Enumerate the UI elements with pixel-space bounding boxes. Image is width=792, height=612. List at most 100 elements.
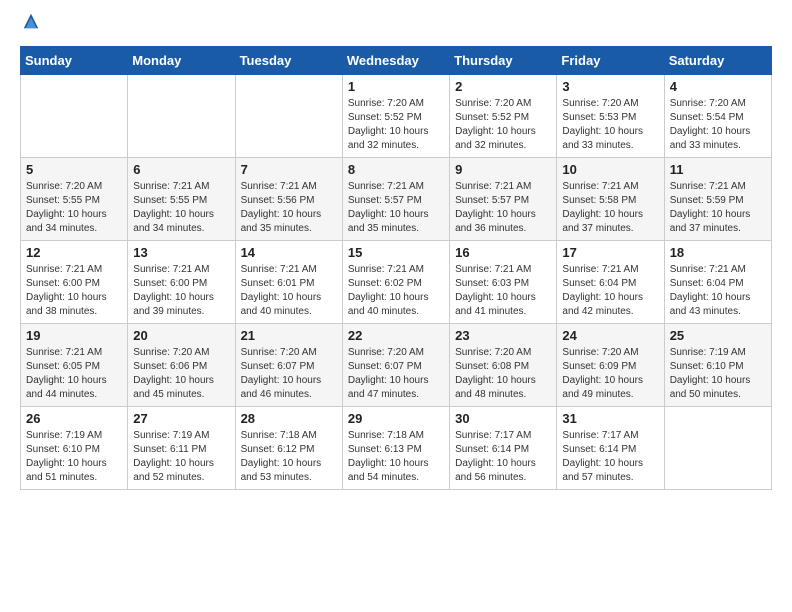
calendar-day-cell: 22 Sunrise: 7:20 AM Sunset: 6:07 PM Dayli… — [342, 324, 449, 407]
calendar-day-cell: 5 Sunrise: 7:20 AM Sunset: 5:55 PM Daylig… — [21, 158, 128, 241]
calendar-week-row: 1 Sunrise: 7:20 AM Sunset: 5:52 PM Daylig… — [21, 75, 772, 158]
day-info: Sunrise: 7:21 AM Sunset: 5:57 PM Dayligh… — [348, 180, 444, 236]
day-number: 22 — [348, 328, 444, 343]
calendar-day-cell: 16Sunrise: 7:21 AM Sunset: 6:03 PM Dayli… — [450, 241, 557, 324]
calendar-day-cell: 15Sunrise: 7:21 AM Sunset: 6:02 PM Dayli… — [342, 241, 449, 324]
calendar-day-cell — [21, 75, 128, 158]
day-number: 26 — [26, 411, 122, 426]
day-number: 6 — [133, 162, 229, 177]
day-info: Sunrise: 7:19 AM Sunset: 6:11 PM Dayligh… — [133, 429, 229, 485]
day-info: Sunrise: 7:18 AM Sunset: 6:13 PM Dayligh… — [348, 429, 444, 485]
page-header — [20, 20, 772, 30]
day-info: Sunrise: 7:20 AM Sunset: 5:52 PM Dayligh… — [348, 97, 444, 153]
calendar-day-cell: 24 Sunrise: 7:20 AM Sunset: 6:09 PM Dayli… — [557, 324, 664, 407]
calendar-day-cell: 30 Sunrise: 7:17 AM Sunset: 6:14 PM Dayli… — [450, 407, 557, 490]
calendar-day-cell: 9Sunrise: 7:21 AM Sunset: 5:57 PM Daylig… — [450, 158, 557, 241]
day-number: 30 — [455, 411, 551, 426]
logo — [20, 20, 40, 30]
calendar-day-cell: 1 Sunrise: 7:20 AM Sunset: 5:52 PM Daylig… — [342, 75, 449, 158]
day-of-week-header: Saturday — [664, 47, 771, 75]
day-info: Sunrise: 7:21 AM Sunset: 6:01 PM Dayligh… — [241, 263, 337, 319]
calendar-day-cell — [235, 75, 342, 158]
day-number: 5 — [26, 162, 122, 177]
calendar-day-cell: 21Sunrise: 7:20 AM Sunset: 6:07 PM Dayli… — [235, 324, 342, 407]
calendar-day-cell: 20 Sunrise: 7:20 AM Sunset: 6:06 PM Dayli… — [128, 324, 235, 407]
day-number: 29 — [348, 411, 444, 426]
day-info: Sunrise: 7:20 AM Sunset: 5:54 PM Dayligh… — [670, 97, 766, 153]
calendar-day-cell: 4 Sunrise: 7:20 AM Sunset: 5:54 PM Daylig… — [664, 75, 771, 158]
day-of-week-header: Sunday — [21, 47, 128, 75]
day-number: 4 — [670, 79, 766, 94]
day-number: 2 — [455, 79, 551, 94]
calendar-week-row: 12 Sunrise: 7:21 AM Sunset: 6:00 PM Dayli… — [21, 241, 772, 324]
day-number: 31 — [562, 411, 658, 426]
logo-icon — [22, 12, 40, 30]
calendar-day-cell: 7 Sunrise: 7:21 AM Sunset: 5:56 PM Daylig… — [235, 158, 342, 241]
day-info: Sunrise: 7:21 AM Sunset: 5:57 PM Dayligh… — [455, 180, 551, 236]
day-info: Sunrise: 7:21 AM Sunset: 5:56 PM Dayligh… — [241, 180, 337, 236]
calendar-day-cell: 17Sunrise: 7:21 AM Sunset: 6:04 PM Dayli… — [557, 241, 664, 324]
calendar-day-cell: 10 Sunrise: 7:21 AM Sunset: 5:58 PM Dayli… — [557, 158, 664, 241]
day-number: 7 — [241, 162, 337, 177]
day-info: Sunrise: 7:17 AM Sunset: 6:14 PM Dayligh… — [455, 429, 551, 485]
calendar-day-cell: 18 Sunrise: 7:21 AM Sunset: 6:04 PM Dayli… — [664, 241, 771, 324]
calendar-day-cell: 27 Sunrise: 7:19 AM Sunset: 6:11 PM Dayli… — [128, 407, 235, 490]
calendar-day-cell: 2Sunrise: 7:20 AM Sunset: 5:52 PM Daylig… — [450, 75, 557, 158]
day-info: Sunrise: 7:20 AM Sunset: 5:53 PM Dayligh… — [562, 97, 658, 153]
calendar-day-cell: 12 Sunrise: 7:21 AM Sunset: 6:00 PM Dayli… — [21, 241, 128, 324]
day-info: Sunrise: 7:21 AM Sunset: 5:58 PM Dayligh… — [562, 180, 658, 236]
calendar-day-cell: 23 Sunrise: 7:20 AM Sunset: 6:08 PM Dayli… — [450, 324, 557, 407]
day-number: 28 — [241, 411, 337, 426]
calendar-day-cell: 13 Sunrise: 7:21 AM Sunset: 6:00 PM Dayli… — [128, 241, 235, 324]
day-of-week-header: Monday — [128, 47, 235, 75]
day-info: Sunrise: 7:21 AM Sunset: 5:55 PM Dayligh… — [133, 180, 229, 236]
day-info: Sunrise: 7:20 AM Sunset: 6:09 PM Dayligh… — [562, 346, 658, 402]
day-number: 18 — [670, 245, 766, 260]
calendar-day-cell: 26 Sunrise: 7:19 AM Sunset: 6:10 PM Dayli… — [21, 407, 128, 490]
day-info: Sunrise: 7:19 AM Sunset: 6:10 PM Dayligh… — [670, 346, 766, 402]
day-of-week-header: Wednesday — [342, 47, 449, 75]
day-number: 20 — [133, 328, 229, 343]
day-info: Sunrise: 7:21 AM Sunset: 6:00 PM Dayligh… — [26, 263, 122, 319]
day-info: Sunrise: 7:21 AM Sunset: 6:05 PM Dayligh… — [26, 346, 122, 402]
calendar-day-cell: 8 Sunrise: 7:21 AM Sunset: 5:57 PM Daylig… — [342, 158, 449, 241]
calendar-week-row: 19Sunrise: 7:21 AM Sunset: 6:05 PM Dayli… — [21, 324, 772, 407]
day-info: Sunrise: 7:20 AM Sunset: 6:07 PM Dayligh… — [348, 346, 444, 402]
day-info: Sunrise: 7:20 AM Sunset: 6:06 PM Dayligh… — [133, 346, 229, 402]
day-info: Sunrise: 7:18 AM Sunset: 6:12 PM Dayligh… — [241, 429, 337, 485]
day-number: 11 — [670, 162, 766, 177]
day-number: 16 — [455, 245, 551, 260]
day-info: Sunrise: 7:20 AM Sunset: 6:08 PM Dayligh… — [455, 346, 551, 402]
day-number: 25 — [670, 328, 766, 343]
day-number: 15 — [348, 245, 444, 260]
calendar-body: 1 Sunrise: 7:20 AM Sunset: 5:52 PM Daylig… — [21, 75, 772, 490]
calendar-day-cell: 14 Sunrise: 7:21 AM Sunset: 6:01 PM Dayli… — [235, 241, 342, 324]
day-number: 8 — [348, 162, 444, 177]
day-number: 23 — [455, 328, 551, 343]
day-info: Sunrise: 7:21 AM Sunset: 6:04 PM Dayligh… — [670, 263, 766, 319]
day-number: 10 — [562, 162, 658, 177]
day-info: Sunrise: 7:20 AM Sunset: 5:55 PM Dayligh… — [26, 180, 122, 236]
day-info: Sunrise: 7:21 AM Sunset: 5:59 PM Dayligh… — [670, 180, 766, 236]
day-number: 13 — [133, 245, 229, 260]
calendar-day-cell: 19Sunrise: 7:21 AM Sunset: 6:05 PM Dayli… — [21, 324, 128, 407]
calendar-table: SundayMondayTuesdayWednesdayThursdayFrid… — [20, 46, 772, 490]
calendar-day-cell — [664, 407, 771, 490]
day-number: 24 — [562, 328, 658, 343]
day-number: 17 — [562, 245, 658, 260]
day-number: 12 — [26, 245, 122, 260]
calendar-day-cell: 3 Sunrise: 7:20 AM Sunset: 5:53 PM Daylig… — [557, 75, 664, 158]
calendar-day-cell: 11 Sunrise: 7:21 AM Sunset: 5:59 PM Dayli… — [664, 158, 771, 241]
calendar-day-cell: 28 Sunrise: 7:18 AM Sunset: 6:12 PM Dayli… — [235, 407, 342, 490]
calendar-day-cell: 29 Sunrise: 7:18 AM Sunset: 6:13 PM Dayli… — [342, 407, 449, 490]
day-number: 14 — [241, 245, 337, 260]
day-info: Sunrise: 7:19 AM Sunset: 6:10 PM Dayligh… — [26, 429, 122, 485]
day-info: Sunrise: 7:17 AM Sunset: 6:14 PM Dayligh… — [562, 429, 658, 485]
day-of-week-header: Tuesday — [235, 47, 342, 75]
calendar-day-cell: 31 Sunrise: 7:17 AM Sunset: 6:14 PM Dayli… — [557, 407, 664, 490]
day-of-week-header: Thursday — [450, 47, 557, 75]
day-number: 1 — [348, 79, 444, 94]
day-number: 27 — [133, 411, 229, 426]
day-number: 3 — [562, 79, 658, 94]
day-info: Sunrise: 7:21 AM Sunset: 6:00 PM Dayligh… — [133, 263, 229, 319]
